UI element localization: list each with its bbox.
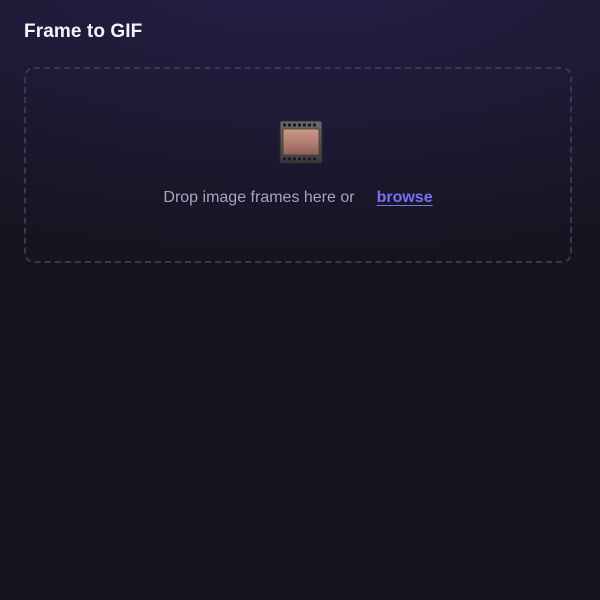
drop-zone[interactable]: Drop image frames here or browse bbox=[24, 67, 572, 263]
drop-prompt-text: Drop image frames here or bbox=[163, 189, 355, 206]
app-title: Frame to GIF bbox=[24, 21, 143, 42]
browse-link[interactable]: browse bbox=[377, 188, 433, 208]
drop-instructions: Drop image frames here or browse bbox=[26, 188, 570, 208]
